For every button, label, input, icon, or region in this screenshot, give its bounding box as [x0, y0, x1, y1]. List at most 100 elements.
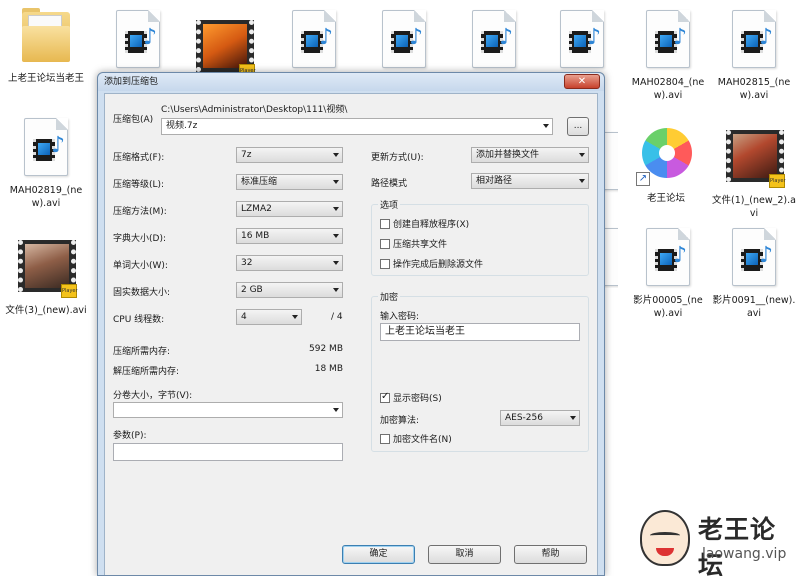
mem-compress-value: 592 MB	[309, 344, 343, 354]
format-select-value: 7z	[241, 150, 252, 160]
encryption-group: 加密 输入密码: 上老王论坛当老王 显示密码(S) 加密算法: AES-256 …	[371, 290, 589, 452]
dropdown-arrow-icon	[333, 408, 339, 412]
enc-method-value: AES-256	[505, 413, 543, 423]
pinwheel-app-icon	[642, 128, 692, 178]
desktop-icon-media[interactable]: ♪	[96, 8, 180, 70]
params-label: 参数(P):	[113, 431, 147, 441]
password-input[interactable]: 上老王论坛当老王	[380, 323, 580, 341]
media-file-icon: ♪	[646, 228, 690, 286]
checkbox-box	[380, 259, 390, 269]
word-select[interactable]: 32	[236, 255, 343, 271]
enc-method-select[interactable]: AES-256	[500, 410, 580, 426]
media-file-icon: ♪	[382, 10, 426, 68]
dict-label: 字典大小(D):	[113, 234, 166, 244]
media-file-icon: ♪	[732, 10, 776, 68]
desktop-icon-media[interactable]: ♪	[452, 8, 536, 70]
dialog-title: 添加到压缩包	[98, 73, 604, 91]
solid-select-value: 2 GB	[241, 285, 263, 295]
cpu-select[interactable]: 4	[236, 309, 302, 325]
path-select[interactable]: 相对路径	[471, 173, 589, 189]
watermark-face-logo	[640, 510, 690, 566]
checkbox-box	[380, 391, 390, 403]
method-label: 压缩方法(M):	[113, 207, 167, 217]
word-select-value: 32	[241, 258, 253, 268]
cancel-button[interactable]: 取消	[428, 545, 501, 564]
encrypt-names-checkbox[interactable]: 加密文件名(N)	[380, 434, 452, 446]
solid-select[interactable]: 2 GB	[236, 282, 343, 298]
method-select-value: LZMA2	[241, 204, 272, 214]
desktop-icon-movie0091[interactable]: ♪ 影片0091__(new).avi	[712, 226, 796, 320]
dialog-client: 压缩包(A) C:\Users\Administrator\Desktop\11…	[104, 93, 598, 575]
icon-label: 老王论坛	[646, 193, 685, 204]
level-select[interactable]: 标准压缩	[236, 174, 343, 190]
browse-button[interactable]: ...	[567, 117, 589, 136]
method-select[interactable]: LZMA2	[236, 201, 343, 217]
desktop-icon-video-thumb[interactable]: Player	[182, 16, 266, 78]
mem-decompress-value: 18 MB	[314, 364, 343, 374]
format-select[interactable]: 7z	[236, 147, 343, 163]
desktop-icon-laowang-shortcut[interactable]: ↗ 老王论坛	[624, 124, 708, 205]
solid-label: 固实数据大小:	[113, 288, 171, 298]
desktop-icon-file3[interactable]: Player 文件(3)_(new).avi	[4, 236, 88, 317]
archive-name-combo[interactable]: 视频.7z	[161, 118, 553, 135]
enc-method-label: 加密算法:	[380, 416, 420, 426]
archive-path: C:\Users\Administrator\Desktop\111\视频\	[161, 105, 348, 115]
help-button[interactable]: 帮助	[514, 545, 587, 564]
watermark-url: laowang.vip	[702, 546, 787, 562]
delete-after-checkbox-label: 操作完成后删除源文件	[393, 260, 484, 270]
volume-label: 分卷大小，字节(V):	[113, 391, 193, 401]
dropdown-arrow-icon	[333, 234, 339, 238]
options-group: 选项 创建自释放程序(X) 压缩共享文件 操作完成后删除源文件	[371, 198, 589, 276]
checkbox-box	[380, 434, 390, 444]
desktop-icon-media[interactable]: ♪	[540, 8, 624, 70]
mem-compress-label: 压缩所需内存:	[113, 347, 171, 357]
folder-icon	[22, 8, 70, 62]
dropdown-arrow-icon	[570, 416, 576, 420]
checkbox-box	[380, 219, 390, 229]
path-label: 路径模式	[371, 179, 408, 189]
icon-label: MAH02804_(new).avi	[631, 77, 705, 101]
icon-label: 上老王论坛当老王	[7, 73, 84, 84]
desktop-icon-media[interactable]: ♪	[362, 8, 446, 70]
dict-select[interactable]: 16 MB	[236, 228, 343, 244]
dropdown-arrow-icon	[333, 207, 339, 211]
desktop-icon-folder[interactable]: 上老王论坛当老王	[4, 4, 88, 85]
volume-combo[interactable]	[113, 402, 343, 418]
sfx-checkbox[interactable]: 创建自释放程序(X)	[380, 219, 469, 231]
params-input[interactable]	[113, 443, 343, 461]
media-file-icon: ♪	[292, 10, 336, 68]
shared-checkbox-label: 压缩共享文件	[393, 240, 448, 250]
delete-after-checkbox[interactable]: 操作完成后删除源文件	[380, 259, 483, 271]
shared-checkbox[interactable]: 压缩共享文件	[380, 239, 447, 251]
dropdown-arrow-icon	[333, 153, 339, 157]
dropdown-arrow-icon	[333, 288, 339, 292]
update-label: 更新方式(U):	[371, 153, 424, 163]
password-label: 输入密码:	[380, 312, 420, 322]
media-file-icon: ♪	[646, 10, 690, 68]
icon-label: MAH02815_(new).avi	[717, 77, 791, 101]
video-thumbnail-icon: Player	[726, 130, 786, 188]
dropdown-arrow-icon	[579, 153, 585, 157]
close-button[interactable]: ✕	[564, 74, 600, 89]
dropdown-arrow-icon	[333, 180, 339, 184]
desktop-icon-mah02815[interactable]: ♪ MAH02815_(new).avi	[712, 8, 796, 102]
desktop-icon-file1[interactable]: Player 文件(1)_(new_2).avi	[712, 126, 796, 220]
word-label: 单词大小(W):	[113, 261, 168, 271]
icon-label: 影片00005_(new).avi	[633, 295, 703, 319]
watermark-brand: 老王论坛	[698, 515, 777, 576]
media-file-icon: ♪	[560, 10, 604, 68]
desktop-icon-mah02804[interactable]: ♪ MAH02804_(new).avi	[626, 8, 710, 102]
desktop-icon-media[interactable]: ♪	[272, 8, 356, 70]
update-select[interactable]: 添加并替换文件	[471, 147, 589, 163]
dropdown-arrow-icon	[543, 124, 549, 128]
desktop-icon-mah02819[interactable]: ♪ MAH02819_(new).avi	[4, 116, 88, 210]
path-select-value: 相对路径	[476, 176, 513, 186]
watermark: 老王论坛 laowang.vip	[636, 500, 800, 576]
level-label: 压缩等级(L):	[113, 180, 165, 190]
show-password-checkbox[interactable]: 显示密码(S)	[380, 391, 442, 405]
ok-button[interactable]: 确定	[342, 545, 415, 564]
dropdown-arrow-icon	[333, 261, 339, 265]
cpu-max: / 4	[331, 312, 343, 322]
checkbox-box	[380, 239, 390, 249]
desktop-icon-movie00005[interactable]: ♪ 影片00005_(new).avi	[626, 226, 710, 320]
